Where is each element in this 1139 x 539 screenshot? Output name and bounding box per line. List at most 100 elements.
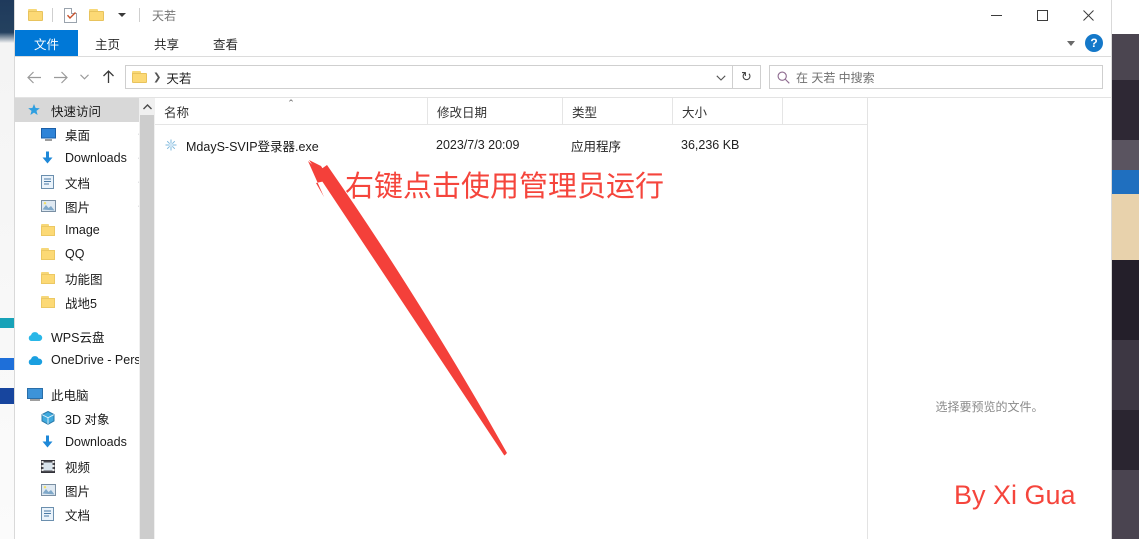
- download-icon: [41, 435, 63, 449]
- folder-icon: [41, 296, 63, 308]
- file-size-cell: 36,236 KB: [681, 138, 740, 152]
- sidebar-item-label: Downloads: [65, 435, 127, 449]
- close-button[interactable]: [1065, 0, 1111, 30]
- chevron-down-icon[interactable]: [1067, 40, 1075, 46]
- refresh-button[interactable]: ↻: [733, 65, 761, 89]
- column-header-date[interactable]: 修改日期: [427, 98, 562, 124]
- file-type-cell: 应用程序: [571, 139, 622, 154]
- sidebar-item-quick-access[interactable]: 快速访问: [15, 98, 155, 122]
- sidebar-item-gongnengtu[interactable]: 功能图: [15, 266, 155, 290]
- new-folder-icon[interactable]: [83, 2, 109, 28]
- sidebar-item-label: 功能图: [65, 272, 103, 287]
- column-header-label: 名称: [164, 105, 190, 120]
- 3d-objects-icon: [41, 411, 63, 425]
- minimize-button[interactable]: [973, 0, 1019, 30]
- column-header-type[interactable]: 类型: [562, 98, 672, 124]
- recent-locations-icon[interactable]: [73, 64, 95, 90]
- sidebar-item-videos[interactable]: 视频: [15, 454, 155, 478]
- sidebar-item-this-pc[interactable]: 此电脑: [15, 382, 155, 406]
- executable-icon: [164, 138, 178, 152]
- pin-star-icon: [27, 103, 49, 117]
- documents-icon: [41, 507, 63, 521]
- folder-icon: [41, 248, 63, 260]
- sidebar-item-label: OneDrive - Perso: [51, 353, 148, 367]
- sidebar-item-label: 3D 对象: [65, 412, 110, 427]
- preview-pane: 选择要预览的文件。: [867, 98, 1111, 539]
- desktop-backdrop-right: [1112, 0, 1139, 539]
- pictures-icon: [41, 200, 63, 212]
- column-header-size[interactable]: 大小: [672, 98, 782, 124]
- qat-divider-1: [52, 8, 53, 22]
- file-name-label: MdayS-SVIP登录器.exe: [186, 139, 319, 154]
- breadcrumb-separator: ❯: [153, 71, 162, 83]
- back-button[interactable]: [21, 64, 47, 90]
- tab-share[interactable]: 共享: [137, 30, 196, 56]
- table-row[interactable]: MdayS-SVIP登录器.exe 2023/7/3 20:09 应用程序 36…: [155, 133, 867, 157]
- search-input[interactable]: 在 天若 中搜索: [796, 69, 875, 86]
- pictures-icon: [41, 484, 63, 496]
- explorer-window: 天若 文件 主页 共享 查看 ? ❯ 天若 ↻ 在 天若 中搜索 快速访问 桌面…: [14, 0, 1112, 539]
- sidebar-item-downloads[interactable]: Downloads: [15, 146, 155, 170]
- preview-pane-message: 选择要预览的文件。: [935, 400, 1044, 414]
- breadcrumb-path[interactable]: 天若: [166, 68, 191, 87]
- sidebar-item-label: 视频: [65, 460, 91, 475]
- forward-button[interactable]: [47, 64, 73, 90]
- address-bar-row: ❯ 天若 ↻ 在 天若 中搜索: [15, 57, 1111, 97]
- sidebar-item-label: 图片: [65, 200, 91, 215]
- this-pc-icon: [27, 387, 49, 401]
- tab-file[interactable]: 文件: [15, 30, 79, 56]
- column-header-name[interactable]: ⌃ 名称: [155, 98, 427, 124]
- navigation-pane: 快速访问 桌面 Downloads 文档 图片 Image QQ 功能图 战地5…: [15, 98, 155, 539]
- navigation-pane-scrollbar[interactable]: [139, 98, 155, 539]
- sidebar-item-image[interactable]: Image: [15, 218, 155, 242]
- download-icon: [41, 151, 63, 165]
- scrollbar-up-arrow-icon[interactable]: [139, 98, 155, 115]
- sidebar-item-pictures-pc[interactable]: 图片: [15, 478, 155, 502]
- sidebar-item-label: 图片: [65, 484, 91, 499]
- tab-view[interactable]: 查看: [196, 30, 255, 56]
- videos-icon: [41, 459, 63, 473]
- wps-cloud-icon: [27, 331, 49, 342]
- up-button[interactable]: [95, 64, 121, 90]
- scrollbar-thumb[interactable]: [140, 115, 154, 539]
- help-icon[interactable]: ?: [1085, 34, 1103, 52]
- sidebar-item-qq[interactable]: QQ: [15, 242, 155, 266]
- column-header-extra[interactable]: [782, 98, 867, 124]
- address-dropdown-icon[interactable]: [716, 68, 726, 86]
- check-mark-icon: [66, 11, 76, 19]
- column-header-label: 类型: [572, 105, 598, 120]
- sidebar-item-desktop[interactable]: 桌面: [15, 122, 155, 146]
- documents-icon: [41, 175, 63, 189]
- sidebar-item-label: Image: [65, 223, 100, 237]
- sidebar-item-pictures[interactable]: 图片: [15, 194, 155, 218]
- sort-ascending-icon: ⌃: [287, 98, 295, 108]
- sidebar-item-3d-objects[interactable]: 3D 对象: [15, 406, 155, 430]
- column-header-label: 大小: [682, 105, 708, 120]
- maximize-button[interactable]: [1019, 0, 1065, 30]
- search-icon: [770, 71, 796, 84]
- search-box[interactable]: 在 天若 中搜索: [769, 65, 1103, 89]
- folder-icon[interactable]: [22, 2, 48, 28]
- file-list: ⌃ 名称 修改日期 类型 大小 MdayS-SVIP登录器.exe 2023/7…: [155, 98, 867, 539]
- customize-caret-icon[interactable]: [109, 2, 135, 28]
- sidebar-item-label: Downloads: [65, 151, 127, 165]
- onedrive-icon: [27, 355, 49, 366]
- sidebar-item-onedrive[interactable]: OneDrive - Perso: [15, 348, 155, 372]
- sidebar-item-wps-cloud[interactable]: WPS云盘: [15, 324, 155, 348]
- sidebar-item-label: 文档: [65, 508, 91, 523]
- title-bar: 天若: [15, 0, 1111, 30]
- desktop-backdrop-left: [0, 0, 14, 539]
- sidebar-item-zhandi5[interactable]: 战地5: [15, 290, 155, 314]
- column-header-label: 修改日期: [437, 105, 488, 120]
- file-name-cell[interactable]: MdayS-SVIP登录器.exe: [155, 136, 427, 155]
- sidebar-item-downloads-pc[interactable]: Downloads: [15, 430, 155, 454]
- tab-home[interactable]: 主页: [78, 30, 137, 56]
- address-bar[interactable]: ❯ 天若: [125, 65, 733, 89]
- folder-icon: [41, 272, 63, 284]
- content-area: 快速访问 桌面 Downloads 文档 图片 Image QQ 功能图 战地5…: [15, 97, 1111, 539]
- sidebar-item-documents-pc[interactable]: 文档: [15, 502, 155, 526]
- ribbon-tab-bar: 文件 主页 共享 查看 ?: [15, 30, 1111, 57]
- sidebar-item-documents[interactable]: 文档: [15, 170, 155, 194]
- properties-icon[interactable]: [57, 2, 83, 28]
